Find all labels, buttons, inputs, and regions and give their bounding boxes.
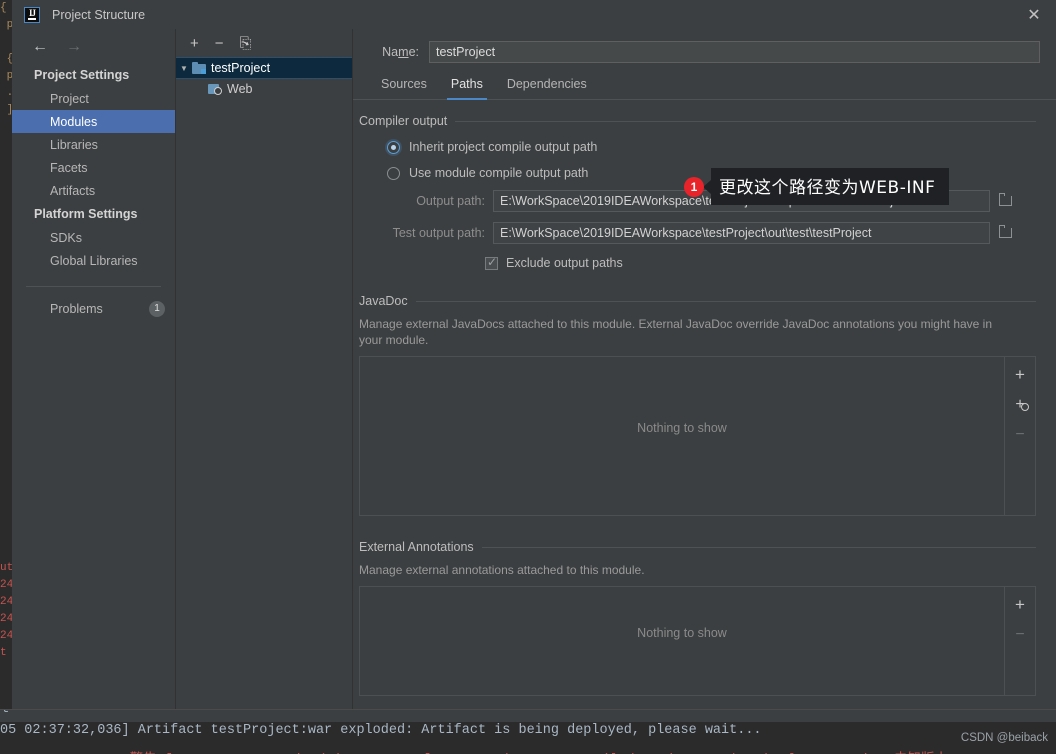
intellij-logo-icon: IJ [24,6,40,23]
exclude-output-paths-label: Exclude output paths [506,256,623,270]
checkbox-icon-checked[interactable] [485,255,498,270]
tree-node-label: Web [227,82,253,96]
test-output-path-row: Test output path: E:\WorkSpace\2019IDEAW… [367,222,1016,244]
add-module-button[interactable]: + [190,36,199,51]
module-tabs: Sources Paths Dependencies [353,63,1056,100]
ide-bottom-left-sliver: uti 24 24 24 24 t [0,560,12,710]
tab-sources[interactable]: Sources [369,77,439,99]
copy-module-button[interactable]: ⎘ [240,36,252,51]
module-tree-column: + − ⎘ ▼ testProject Web [176,29,353,710]
external-annotations-list-box: Nothing to show + − [359,586,1036,696]
javadoc-empty-text: Nothing to show [637,421,727,435]
section-rule [455,120,1036,122]
sidebar-item-libraries[interactable]: Libraries [12,133,175,156]
dialog-title: Project Structure [52,7,146,22]
annotation-number-badge: 1 [684,176,704,197]
remove-module-button[interactable]: − [215,36,224,51]
radio-inherit-label: Inherit project compile output path [409,140,598,154]
compiler-output-header: Compiler output [359,114,1036,128]
dialog-titlebar: IJ Project Structure ✕ [12,0,1056,29]
folder-browse-icon[interactable] [994,222,1016,244]
tab-paths[interactable]: Paths [439,77,495,100]
sidebar-nav-arrows: ← → [12,31,175,63]
arrow-left-icon[interactable]: ← [32,39,48,55]
javadoc-list-box: Nothing to show + + − [359,356,1036,516]
console-line-deploy: 05 02:37:32,036] Artifact testProject:wa… [0,723,762,738]
test-output-path-field[interactable]: E:\WorkSpace\2019IDEAWorkspace\testProje… [493,222,990,244]
chevron-down-icon[interactable]: ▼ [176,64,192,73]
console-tab-label: t [2,709,10,716]
console-output: t 05 02:37:32,036] Artifact testProject:… [0,709,1056,754]
external-annotations-list-toolbar: + − [1004,587,1035,695]
section-rule [481,546,1036,548]
radio-module-label: Use module compile output path [409,166,589,180]
console-line-warning: 24 14:37:32.159 警告 [RMI TCP Connection(3… [0,747,948,754]
radio-icon-checked[interactable] [387,140,400,154]
settings-sidebar: ← → Project Settings Project Modules Lib… [12,29,176,710]
radio-icon-unchecked[interactable] [387,166,400,180]
sidebar-item-modules[interactable]: Modules [12,110,175,133]
sidebar-item-artifacts[interactable]: Artifacts [12,179,175,202]
test-output-path-label: Test output path: [392,226,485,240]
sidebar-group-platform-settings: Platform Settings [34,207,138,221]
sidebar-item-facets[interactable]: Facets [12,156,175,179]
external-annotations-title: External Annotations [359,540,474,554]
annotation-callout: 1 更改这个路径变为WEB-INF [684,168,950,205]
module-name-input[interactable] [429,41,1040,63]
radio-inherit-output-path[interactable]: Inherit project compile output path [387,140,1036,154]
module-name-row: Name: [353,29,1056,63]
sidebar-item-problems[interactable]: Problems 1 [12,297,175,320]
folder-browse-icon[interactable] [994,190,1016,212]
external-annotations-list-area[interactable]: Nothing to show [360,587,1004,695]
javadoc-list-toolbar: + + − [1004,357,1035,515]
console-top-strip: t [0,710,1056,722]
compiler-output-title: Compiler output [359,114,448,128]
external-annotations-empty-text: Nothing to show [637,626,727,640]
module-folder-icon [192,62,206,74]
external-annotations-description: Manage external annotations attached to … [359,563,645,577]
module-settings-panel: Name: Sources Paths Dependencies Compile… [353,29,1056,710]
module-tree-toolbar: + − ⎘ [176,29,352,57]
project-structure-dialog: IJ Project Structure ✕ ← → Project Setti… [12,0,1056,710]
remove-javadoc-button[interactable]: − [1010,425,1030,443]
annotation-callout-text: 更改这个路径变为WEB-INF [711,168,950,205]
tree-node-label: testProject [211,61,271,75]
exclude-output-paths-row[interactable]: Exclude output paths [367,255,1036,270]
sidebar-divider [26,286,161,287]
tab-dependencies[interactable]: Dependencies [495,77,599,99]
sidebar-item-global-libraries[interactable]: Global Libraries [12,249,175,272]
add-annotation-button[interactable]: + [1010,595,1030,613]
sidebar-item-problems-label: Problems [50,301,103,316]
add-javadoc-url-button[interactable]: + [1010,395,1030,413]
javadoc-title: JavaDoc [359,294,408,308]
problems-count-badge: 1 [149,300,165,317]
name-accelerator: m [398,45,409,59]
tree-node-web[interactable]: Web [176,79,352,99]
remove-annotation-button[interactable]: − [1010,625,1030,643]
add-javadoc-path-button[interactable]: + [1010,365,1030,383]
tree-node-testproject[interactable]: ▼ testProject [176,57,352,79]
sidebar-item-project[interactable]: Project [12,87,175,110]
dialog-body: ← → Project Settings Project Modules Lib… [12,29,1056,710]
arrow-right-icon[interactable]: → [66,39,82,55]
external-annotations-header: External Annotations [359,540,1036,554]
output-path-label: Output path: [416,194,485,208]
javadoc-description: Manage external JavaDocs attached to thi… [359,317,993,347]
external-annotations-section: External Annotations Manage external ann… [359,540,1036,696]
section-rule [415,300,1036,302]
close-icon[interactable]: ✕ [1012,0,1056,29]
sidebar-group-project-settings: Project Settings [34,68,130,82]
web-facet-icon [208,83,222,95]
callout-arrow-icon [703,179,711,194]
javadoc-header: JavaDoc [359,294,1036,308]
sidebar-item-sdks[interactable]: SDKs [12,226,175,249]
module-name-label: Name: [382,45,419,59]
javadoc-list-area[interactable]: Nothing to show [360,357,1004,515]
javadoc-section: JavaDoc Manage external JavaDocs attache… [359,294,1036,516]
csdn-watermark: CSDN @beiback [960,732,1048,744]
